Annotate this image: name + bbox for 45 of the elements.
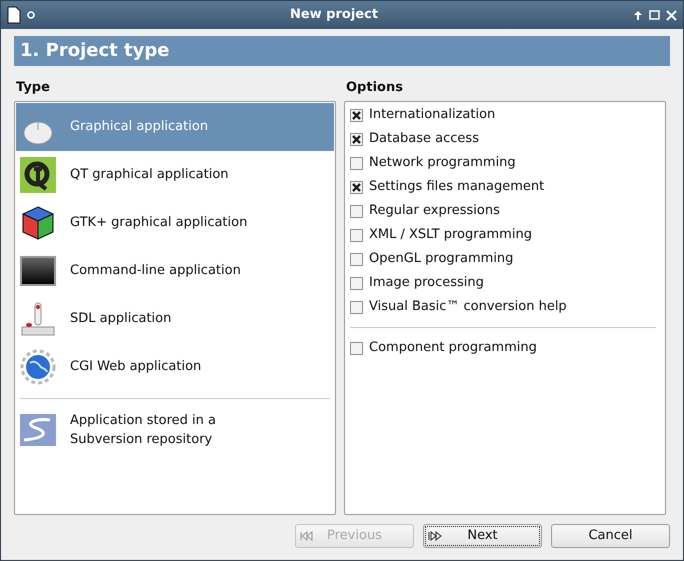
window-title: New project <box>288 6 380 24</box>
option-label: Database access <box>369 130 479 148</box>
checkbox[interactable] <box>350 156 363 170</box>
maximize-icon[interactable] <box>649 10 660 20</box>
project-type-item[interactable]: QT graphical application <box>16 151 334 199</box>
rewind-icon <box>300 531 314 541</box>
checkbox[interactable] <box>350 342 363 354</box>
option-label: Internationalization <box>369 106 496 124</box>
project-type-item[interactable]: SDL application <box>16 295 334 343</box>
step-title: 1. Project type <box>14 36 670 66</box>
project-type-item[interactable]: GTK+ graphical application <box>16 199 334 247</box>
checkbox[interactable] <box>350 180 363 194</box>
option-label: Settings files management <box>369 178 544 196</box>
option-label: OpenGL programming <box>369 250 514 268</box>
option-label: XML / XSLT programming <box>369 226 532 244</box>
checkbox[interactable] <box>350 132 363 146</box>
circle-icon[interactable] <box>27 11 35 19</box>
option-label: Regular expressions <box>369 202 500 220</box>
checkbox[interactable] <box>350 276 363 290</box>
panel-heading: Type <box>15 79 51 97</box>
terminal-icon <box>20 253 56 289</box>
project-type-item[interactable]: Command-line application <box>16 247 334 295</box>
joystick-icon <box>20 301 56 337</box>
close-icon[interactable] <box>666 10 677 20</box>
option-label: Image processing <box>369 274 484 292</box>
fast-forward-icon <box>428 531 442 541</box>
checkbox[interactable] <box>350 204 363 218</box>
qt-logo-icon <box>20 157 56 193</box>
subversion-logo-icon <box>20 412 56 448</box>
checkbox[interactable] <box>350 108 363 122</box>
panel-heading: Options <box>345 79 404 97</box>
checkbox[interactable] <box>350 300 363 314</box>
dialog-button[interactable]: Cancel <box>551 524 670 548</box>
option-label: Visual Basic™ conversion help <box>369 298 567 316</box>
checkbox[interactable] <box>350 252 363 266</box>
globe-icon <box>20 349 56 385</box>
checkbox[interactable] <box>350 228 363 242</box>
document-icon[interactable] <box>7 6 21 24</box>
project-type-item[interactable]: Application stored in a Subversion repository <box>16 406 334 454</box>
cube-icon <box>20 205 56 241</box>
option-label: Component programming <box>369 339 537 358</box>
option-label: Network programming <box>369 154 516 172</box>
up-arrow-icon[interactable] <box>633 10 643 20</box>
dialog-button[interactable]: Next <box>423 524 542 548</box>
project-type-item[interactable]: CGI Web application <box>16 343 334 391</box>
